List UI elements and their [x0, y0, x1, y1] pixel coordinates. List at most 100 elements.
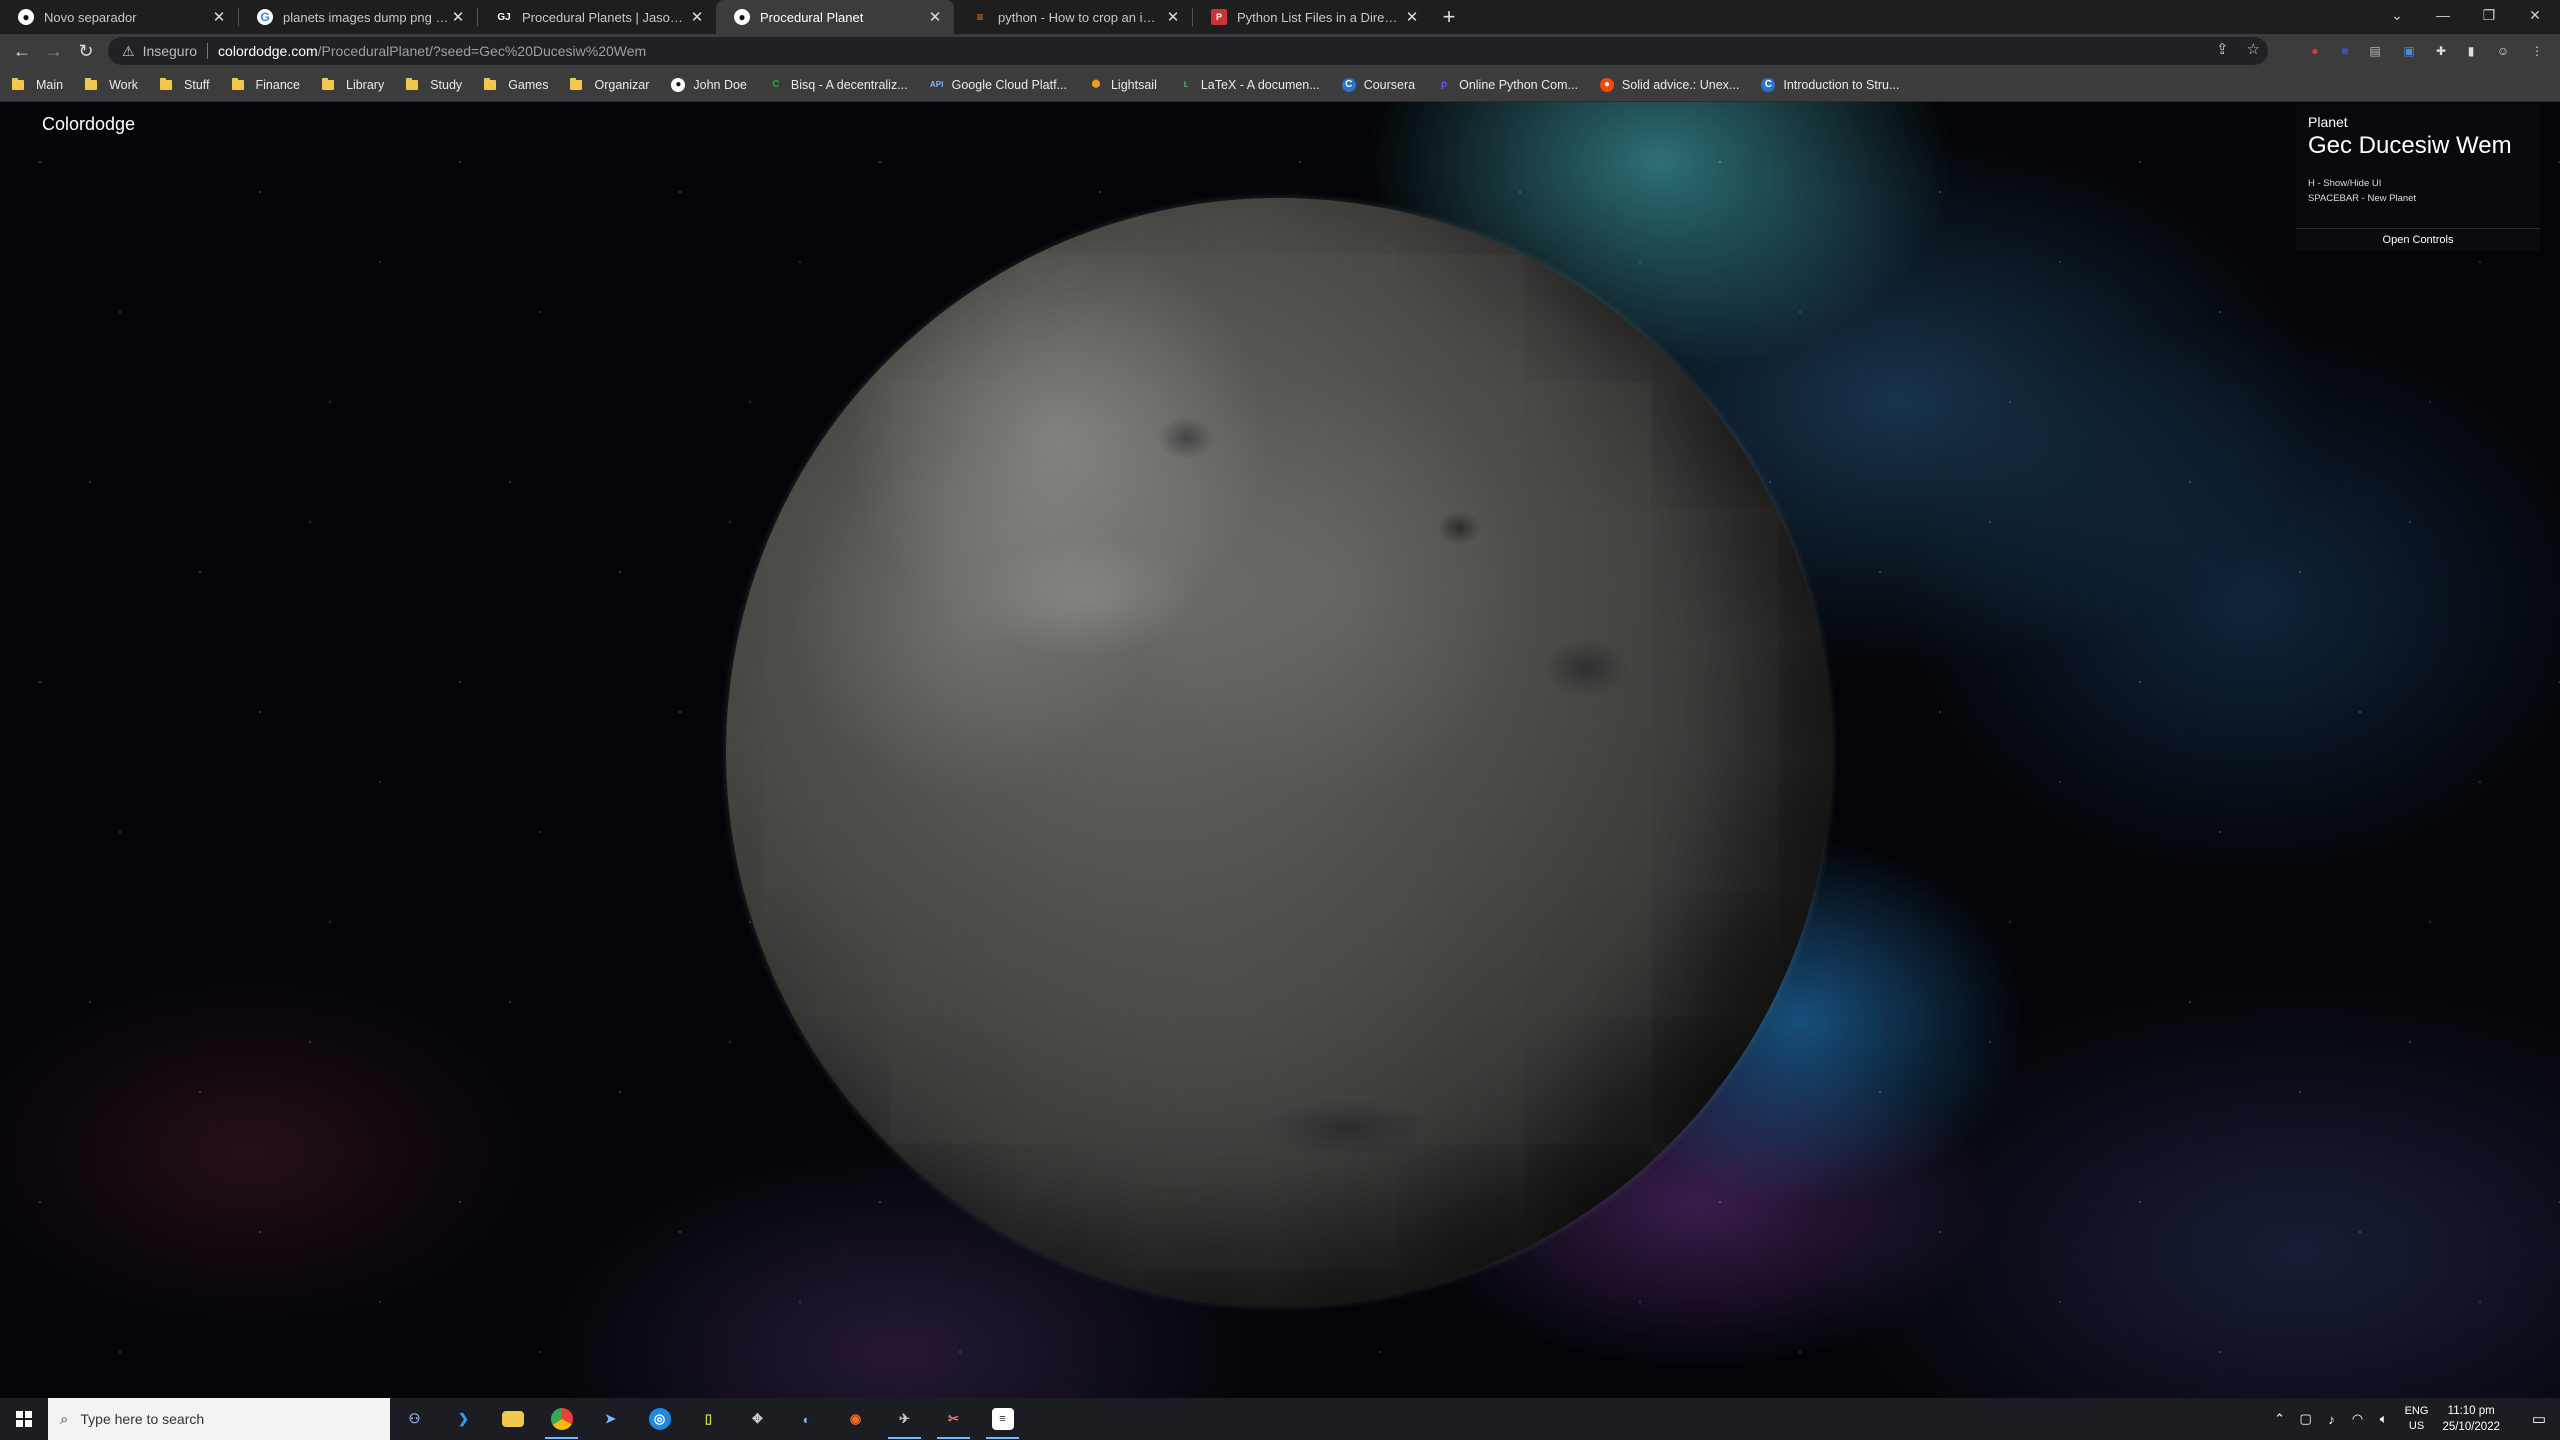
- bookmark-folder-stuff[interactable]: Stuff: [160, 77, 210, 92]
- bookmark-coursera[interactable]: C Coursera: [1341, 77, 1416, 92]
- tab-3-active[interactable]: ● Procedural Planet ✕: [716, 0, 954, 34]
- bookmark-folder-main[interactable]: Main: [12, 77, 63, 92]
- bookmark-folder-work[interactable]: Work: [85, 77, 138, 92]
- bookmark-star-icon[interactable]: ☆: [2247, 40, 2260, 58]
- taskbar-app-steam[interactable]: ◐: [782, 1398, 831, 1440]
- folder-icon: [484, 77, 497, 90]
- bookmark-folder-study[interactable]: Study: [406, 77, 463, 92]
- taskbar-app-origin[interactable]: ◉: [831, 1398, 880, 1440]
- taskbar-app-notes[interactable]: ▯: [684, 1398, 733, 1440]
- tab-search-icon[interactable]: ⌄: [2374, 0, 2420, 30]
- region-code: US: [2408, 1420, 2425, 1432]
- bookmark-solid-advice[interactable]: ● Solid advice.: Unex...: [1599, 77, 1739, 92]
- tab-1[interactable]: G planets images dump png - Goo ✕: [239, 0, 477, 34]
- url-host: colordodge.com: [218, 43, 318, 59]
- notification-icon[interactable]: ▭: [2518, 1410, 2560, 1428]
- new-tab-button[interactable]: +: [1431, 0, 1467, 34]
- address-bar[interactable]: ⚠ Inseguro colordodge.com /ProceduralPla…: [108, 37, 2268, 65]
- tab-4[interactable]: ≡ python - How to crop an image ✕: [954, 0, 1192, 34]
- clock-time: 11:10 pm: [2447, 1405, 2495, 1417]
- latex-icon: ʟ: [1183, 79, 1189, 90]
- bookmark-label: Study: [430, 77, 463, 92]
- profile-icon[interactable]: ☺: [2494, 42, 2512, 60]
- reload-button[interactable]: ↻: [70, 37, 102, 65]
- extension-red-icon[interactable]: ●: [2306, 42, 2324, 60]
- bookmark-label: Coursera: [1363, 77, 1416, 92]
- extension-stack-icon[interactable]: ▤: [2366, 42, 2384, 60]
- planet-render[interactable]: [726, 198, 1832, 1306]
- chevron-up-icon[interactable]: ⌃: [2267, 1411, 2293, 1427]
- minimize-button[interactable]: —: [2420, 0, 2466, 30]
- close-icon[interactable]: ✕: [926, 8, 944, 26]
- folder-icon: [501, 1411, 524, 1427]
- close-window-button[interactable]: ✕: [2512, 0, 2558, 30]
- close-icon[interactable]: ✕: [210, 8, 228, 26]
- folder-icon: [570, 77, 583, 90]
- notepad-icon: ≡: [991, 1408, 1014, 1430]
- jk-icon: GJ: [497, 11, 511, 23]
- taskbar-app-file-explorer[interactable]: [488, 1398, 537, 1440]
- bookmark-john-doe[interactable]: ● John Doe: [671, 77, 747, 92]
- tab-title: python - How to crop an image: [998, 9, 1164, 25]
- language-indicator[interactable]: ENG US: [2405, 1404, 2429, 1434]
- tab-5[interactable]: P Python List Files in a Directory [5 ✕: [1193, 0, 1431, 34]
- taskbar-app-blue-circle[interactable]: ◎: [635, 1398, 684, 1440]
- tab-0[interactable]: ● Novo separador ✕: [0, 0, 238, 34]
- system-tray: ⌃ ▢ ♪ ◠ 🔈︎ ENG US 11:10 pm 25/10/2022 ▭: [2267, 1398, 2560, 1440]
- planet-viewport[interactable]: Colordodge Planet Gec Ducesiw Wem H - Sh…: [0, 102, 2560, 1398]
- start-button[interactable]: [0, 1398, 48, 1440]
- menu-kebab-icon[interactable]: ⋮: [2528, 42, 2546, 60]
- volume-icon[interactable]: 🔈︎: [2371, 1411, 2397, 1427]
- tab-title: planets images dump png - Goo: [283, 9, 449, 25]
- close-icon[interactable]: ✕: [1403, 8, 1421, 26]
- taskbar-app-snip[interactable]: ✂: [929, 1398, 978, 1440]
- security-label[interactable]: Inseguro: [143, 43, 197, 59]
- open-controls-button[interactable]: Open Controls: [2296, 228, 2540, 250]
- close-icon[interactable]: ✕: [449, 8, 467, 26]
- bookmark-label: Library: [346, 77, 385, 92]
- bookmark-folder-library[interactable]: Library: [322, 77, 385, 92]
- device-icon[interactable]: ▢: [2293, 1411, 2319, 1427]
- extensions-puzzle-icon[interactable]: ✚: [2432, 42, 2450, 60]
- taskbar-app-vscode[interactable]: ❯: [439, 1398, 488, 1440]
- bookmark-folder-games[interactable]: Games: [484, 77, 548, 92]
- bookmark-folder-organizar[interactable]: Organizar: [570, 77, 649, 92]
- bookmark-online-python[interactable]: ρ Online Python Com...: [1437, 78, 1578, 92]
- tab-2[interactable]: GJ Procedural Planets | Jason K. Sm ✕: [478, 0, 716, 34]
- steam-icon: ◐: [802, 1411, 811, 1427]
- windows-logo-icon: [16, 1411, 32, 1427]
- side-panel-icon[interactable]: ▮: [2462, 42, 2480, 60]
- extension-translate-icon[interactable]: ▣: [2400, 42, 2418, 60]
- close-icon[interactable]: ✕: [688, 8, 706, 26]
- warning-icon[interactable]: ⚠: [122, 43, 135, 60]
- share-icon[interactable]: ⇪: [2216, 40, 2229, 58]
- taskbar-app-chrome[interactable]: [537, 1398, 586, 1440]
- back-button[interactable]: ←: [6, 37, 38, 65]
- taskbar-app-python[interactable]: ✈: [880, 1398, 929, 1440]
- microphone-icon[interactable]: ♪: [2319, 1412, 2345, 1427]
- bookmark-bisq[interactable]: C Bisq - A decentraliz...: [769, 78, 907, 92]
- bookmark-latex[interactable]: ʟ LaTeX - A documen...: [1179, 78, 1320, 92]
- reddit-icon: ●: [1599, 77, 1614, 92]
- folder-icon: [85, 77, 98, 90]
- taskbar-app-telegram[interactable]: ➤: [586, 1398, 635, 1440]
- bookmark-lightsail[interactable]: ⬢ Lightsail: [1089, 78, 1157, 92]
- bookmark-folder-finance[interactable]: Finance: [231, 77, 300, 92]
- browser-toolbar: ← → ↻ ⚠ Inseguro colordodge.com /Procedu…: [0, 34, 2560, 68]
- forward-button[interactable]: →: [38, 37, 70, 65]
- folder-icon: [406, 77, 419, 90]
- extension-blue-icon[interactable]: ■: [2336, 42, 2354, 60]
- snip-icon: ✂: [948, 1411, 959, 1426]
- taskbar-search-box[interactable]: ⌕ Type here to search: [48, 1398, 390, 1440]
- planet-info-panel: Planet Gec Ducesiw Wem H - Show/Hide UI …: [2296, 104, 2540, 250]
- network-icon[interactable]: ◠: [2345, 1411, 2371, 1427]
- restore-button[interactable]: ❐: [2466, 0, 2512, 30]
- taskbar-app-people[interactable]: ⚇: [390, 1398, 439, 1440]
- bookmark-intro-structures[interactable]: C Introduction to Stru...: [1761, 77, 1899, 92]
- clock[interactable]: 11:10 pm 25/10/2022: [2442, 1403, 2500, 1435]
- taskbar-app-controller[interactable]: ✥: [733, 1398, 782, 1440]
- site-title[interactable]: Colordodge: [42, 114, 135, 135]
- bookmark-google-cloud[interactable]: API Google Cloud Platf...: [930, 78, 1067, 92]
- taskbar-app-notepad[interactable]: ≡: [978, 1398, 1027, 1440]
- close-icon[interactable]: ✕: [1164, 8, 1182, 26]
